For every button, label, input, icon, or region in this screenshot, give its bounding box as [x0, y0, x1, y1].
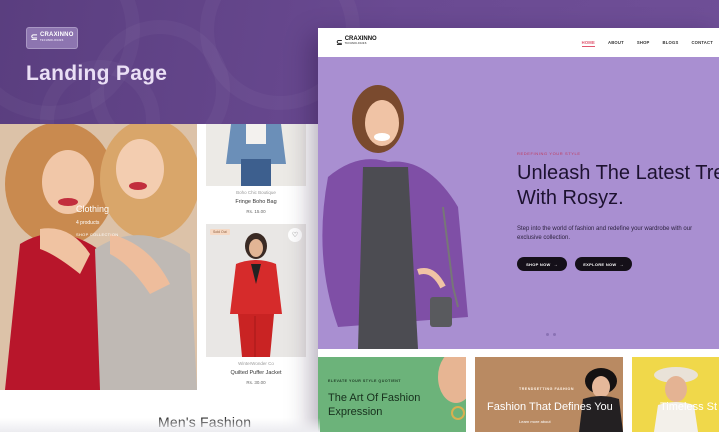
category-image[interactable]: Clothing 4 products SHOP COLLECTION — [0, 124, 197, 390]
bottom-fade — [0, 418, 320, 432]
brand-logo-icon: ⊆ — [30, 33, 38, 43]
category-link[interactable]: SHOP COLLECTION — [76, 232, 118, 237]
tile-title: Timeless St — [660, 401, 718, 413]
product-card[interactable]: Boho Chic Boutique Fringe Boho Bag Rs. 1… — [206, 124, 306, 224]
shop-listing-card: Clothing 4 products SHOP COLLECTION Boho… — [0, 124, 335, 432]
landing-site-card: ⊆ CRAXINNO TECHNOLOGIES HOME ABOUT SHOP B… — [318, 28, 719, 432]
category-count: 4 products — [76, 220, 100, 226]
nav-blogs[interactable]: BLOGS — [663, 40, 679, 47]
nav-home[interactable]: HOME — [581, 40, 595, 47]
site-logo-text: CRAXINNO TECHNOLOGIES — [344, 36, 377, 45]
nav-shop[interactable]: SHOP — [637, 40, 650, 47]
product-meta: Boho Chic Boutique Fringe Boho Bag Rs. 1… — [206, 190, 306, 214]
product-image[interactable] — [206, 124, 306, 186]
arrow-right-icon: → — [553, 261, 558, 267]
product-meta: WinterWonder Co Quilted Puffer Jacket Rs… — [206, 361, 306, 385]
product-price: Rs. 15.00 — [246, 209, 266, 214]
carousel-dots[interactable] — [546, 333, 556, 336]
site-header: ⊆ CRAXINNO TECHNOLOGIES HOME ABOUT SHOP B… — [318, 28, 719, 57]
brand-name: CRAXINNO TECHNOLOGIES — [39, 32, 74, 42]
hero-subtext: Step into the world of fashion and redef… — [517, 226, 693, 241]
site-logo[interactable]: ⊆ CRAXINNO TECHNOLOGIES — [336, 36, 377, 47]
hero-eyebrow: REDEFINING YOUR STYLE — [517, 151, 581, 156]
shop-now-button[interactable]: SHOP NOW → — [517, 257, 567, 271]
promo-tile[interactable]: Timeless St — [632, 357, 719, 432]
tile-title: Fashion That Defines You — [487, 401, 613, 413]
tile-title: The Art Of Fashion Expression — [328, 392, 421, 418]
promo-tile[interactable]: ELEVATE YOUR STYLE QUOTIENT The Art Of F… — [318, 357, 466, 432]
explore-now-button[interactable]: EXPLORE NOW → — [575, 257, 632, 271]
sold-out-badge: Sold Out — [210, 229, 230, 235]
product-name[interactable]: Fringe Boho Bag — [206, 199, 306, 205]
brand-logo: ⊆ CRAXINNO TECHNOLOGIES — [26, 27, 78, 49]
product-brand: Boho Chic Boutique — [236, 190, 276, 195]
tile-link[interactable]: Learn more about — [519, 419, 551, 424]
arrow-right-icon: → — [619, 261, 624, 267]
tile-kicker: ELEVATE YOUR STYLE QUOTIENT — [328, 379, 402, 383]
nav-contact[interactable]: CONTACT — [691, 40, 713, 47]
product-name[interactable]: Quilted Puffer Jacket — [206, 370, 306, 376]
nav-about[interactable]: ABOUT — [608, 40, 624, 47]
main-nav: HOME ABOUT SHOP BLOGS CONTACT — [581, 40, 713, 47]
category-name: Clothing — [76, 204, 110, 214]
tile-kicker: TRENDSETTING FASHION — [519, 387, 574, 391]
brand-logo-icon: ⊆ — [336, 37, 343, 47]
banner-title: Landing Page — [26, 62, 168, 85]
hero-section: REDEFINING YOUR STYLE Unleash The Latest… — [318, 57, 719, 349]
promo-tile[interactable]: TRENDSETTING FASHION Fashion That Define… — [475, 357, 623, 432]
product-card[interactable]: Sold Out ♡ WinterWonder Co Quilted Puffe… — [206, 224, 306, 394]
hero-heading: Unleash The Latest Tre With Rosyz. — [517, 162, 719, 209]
product-brand: WinterWonder Co — [238, 361, 274, 366]
product-price: Rs. 30.00 — [246, 380, 266, 385]
product-image[interactable]: Sold Out ♡ — [206, 224, 306, 357]
heart-icon[interactable]: ♡ — [288, 228, 302, 242]
